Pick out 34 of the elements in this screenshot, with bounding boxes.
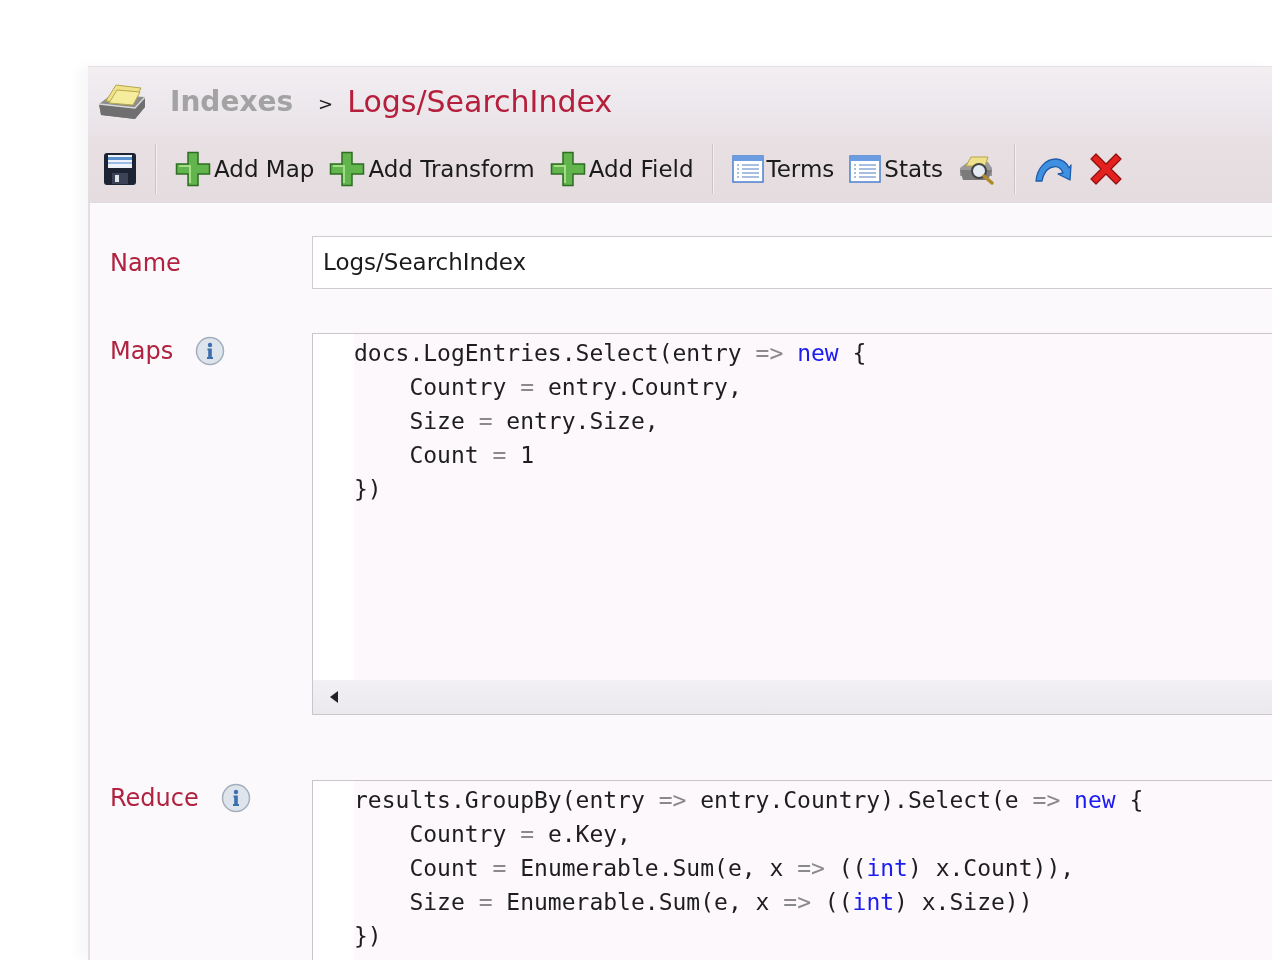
code-editor[interactable]: docs.LogEntries.Select(entry => new { Country = entry.Country, Size = entry.Size, Count = 1 }) — [312, 333, 1272, 715]
info-icon[interactable] — [220, 783, 251, 813]
field-label: Reduce — [110, 783, 199, 814]
code-line: docs.LogEntries.Select(entry => new { — [354, 339, 867, 368]
list-button[interactable]: Stats — [849, 154, 944, 183]
code-line: Size = Enumerable.Sum(e, x => ((int) x.Size)) — [408, 888, 1033, 917]
info-icon[interactable] — [195, 336, 226, 366]
list-icon — [731, 154, 764, 183]
horizontal-scrollbar[interactable] — [313, 680, 1272, 714]
plus-icon — [329, 150, 366, 187]
code-line: }) — [354, 922, 382, 951]
code-line: Count = Enumerable.Sum(e, x => ((int) x.Count)), — [408, 854, 1075, 883]
input-field[interactable]: Logs/SearchIndex — [312, 236, 1272, 289]
plus-icon — [549, 150, 586, 187]
save-icon — [103, 151, 137, 186]
code-editor[interactable]: results.GroupBy(entry => entry.Country).Select(e => new { Country = e.Key, Count = Enumerable.Sum(e, x => ((int) x.Count)), Size = Enumerable.Sum(e, x => ((int) x.Size)) }) — [312, 780, 1272, 960]
code-line: }) — [354, 475, 382, 504]
save-button[interactable] — [103, 151, 137, 186]
scroll-left-icon[interactable] — [330, 691, 338, 703]
code-line: Count = 1 — [408, 441, 535, 470]
list-icon — [849, 154, 882, 183]
plus-icon — [175, 150, 211, 187]
page-title: Logs/SearchIndex — [347, 83, 613, 119]
list-button[interactable]: Terms — [731, 154, 835, 183]
code-line: results.GroupBy(entry => entry.Country).Select(e => new { — [354, 786, 1144, 815]
field-label: Maps — [110, 336, 174, 367]
breadcrumb-separator: > — [318, 92, 334, 114]
add-button[interactable]: Add Transform — [329, 150, 535, 187]
field-label: Name — [110, 247, 181, 279]
code-line: Country = entry.Country, — [408, 373, 742, 402]
add-button[interactable]: Add Field — [549, 150, 694, 187]
add-button[interactable]: Add Map — [175, 150, 315, 187]
code-line: Country = e.Key, — [408, 820, 631, 849]
code-line: Size = entry.Size, — [408, 407, 659, 436]
